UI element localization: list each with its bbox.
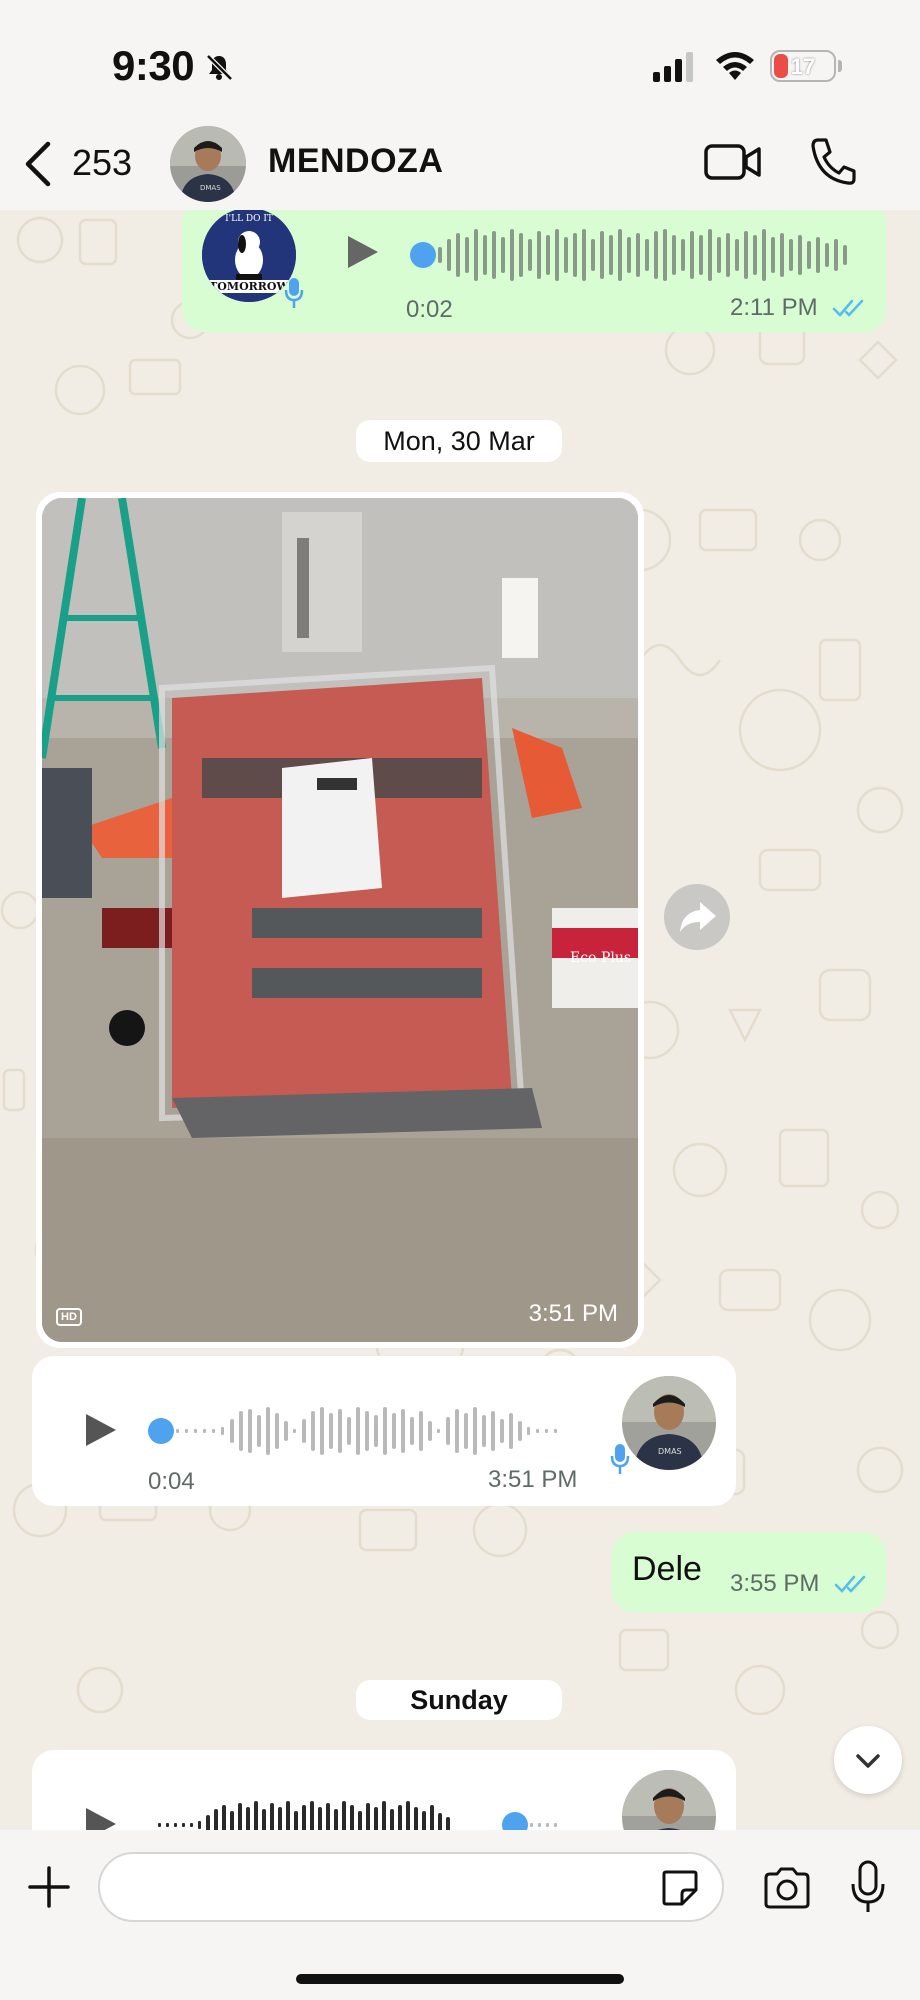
sticker-icon[interactable] — [660, 1868, 700, 1908]
voice-progress-dot[interactable] — [148, 1418, 174, 1444]
camera-icon[interactable] — [762, 1866, 812, 1910]
composer-bar — [0, 1830, 920, 2000]
incoming-voice-message[interactable]: 0:04 3:51 PM DMAS — [32, 1356, 736, 1506]
voice-waveform[interactable] — [438, 225, 848, 285]
microphone-badge-icon — [610, 1444, 630, 1474]
status-time: 9:30 — [112, 42, 195, 89]
back-unread-count[interactable]: 253 — [72, 142, 132, 184]
read-ticks-icon — [832, 299, 864, 317]
chevron-left-icon[interactable] — [20, 138, 56, 190]
chevron-down-icon — [856, 1754, 880, 1768]
battery-level: 17 — [790, 54, 816, 79]
svg-text:DMAS: DMAS — [200, 184, 221, 192]
video-call-icon[interactable] — [704, 140, 762, 184]
message-time: 3:55 PM — [730, 1570, 820, 1597]
box-label: Eco Plus — [570, 950, 632, 966]
incoming-photo-message[interactable]: Eco Plus HD 3:51 PM — [36, 492, 644, 1348]
voice-sender-avatar: DMAS — [622, 1376, 716, 1470]
bell-slash-icon — [206, 54, 233, 81]
battery-icon: 17 — [770, 50, 836, 82]
scroll-to-bottom-button[interactable] — [834, 1726, 902, 1794]
message-time: 3:51 PM — [488, 1466, 578, 1493]
play-icon[interactable] — [84, 1412, 118, 1448]
forward-button[interactable] — [664, 884, 730, 950]
photo-time: 3:51 PM — [528, 1300, 618, 1327]
wifi-icon — [716, 52, 754, 80]
microphone-icon[interactable] — [850, 1860, 886, 1914]
voice-duration: 0:02 — [406, 296, 453, 323]
microphone-badge-icon — [284, 278, 304, 308]
voice-duration: 0:04 — [148, 1468, 195, 1495]
photo-image[interactable]: Eco Plus HD 3:51 PM — [42, 498, 638, 1342]
incoming-voice-message[interactable] — [32, 1750, 736, 1830]
voice-sender-avatar: I'LL DO IT TOMORROW — [202, 210, 296, 302]
battery-tip — [838, 60, 842, 72]
phone-icon[interactable] — [810, 136, 856, 186]
contact-avatar[interactable]: DMAS — [170, 126, 246, 202]
message-time: 2:11 PM — [730, 294, 818, 321]
plus-icon[interactable] — [26, 1864, 72, 1910]
chat-area[interactable]: I'LL DO IT TOMORROW 0:02 2:11 PM Mon, 30… — [0, 210, 920, 1830]
read-ticks-icon — [834, 1575, 866, 1593]
top-bar: 9:30 17 253 DMAS MENDOZA — [0, 0, 920, 210]
date-separator: Sunday — [356, 1680, 562, 1720]
voice-waveform[interactable] — [176, 1401, 586, 1461]
contact-name[interactable]: MENDOZA — [268, 142, 443, 181]
svg-text:DMAS: DMAS — [658, 1447, 682, 1456]
signal-icon — [653, 52, 693, 82]
play-icon[interactable] — [84, 1806, 118, 1830]
voice-sender-avatar — [622, 1770, 716, 1830]
avatar-caption-top: I'LL DO IT — [225, 214, 273, 224]
avatar-caption-bottom: TOMORROW — [202, 280, 296, 293]
message-input[interactable] — [98, 1852, 724, 1922]
forward-icon — [680, 902, 716, 932]
outgoing-text-message[interactable]: Dele 3:55 PM — [612, 1532, 886, 1612]
voice-progress-dot[interactable] — [410, 242, 436, 268]
home-indicator — [296, 1974, 624, 1984]
hd-badge: HD — [56, 1308, 82, 1326]
outgoing-voice-message[interactable]: I'LL DO IT TOMORROW 0:02 2:11 PM — [182, 210, 886, 332]
play-icon[interactable] — [346, 234, 380, 270]
message-text: Dele — [632, 1550, 702, 1588]
date-separator: Mon, 30 Mar — [356, 420, 562, 462]
